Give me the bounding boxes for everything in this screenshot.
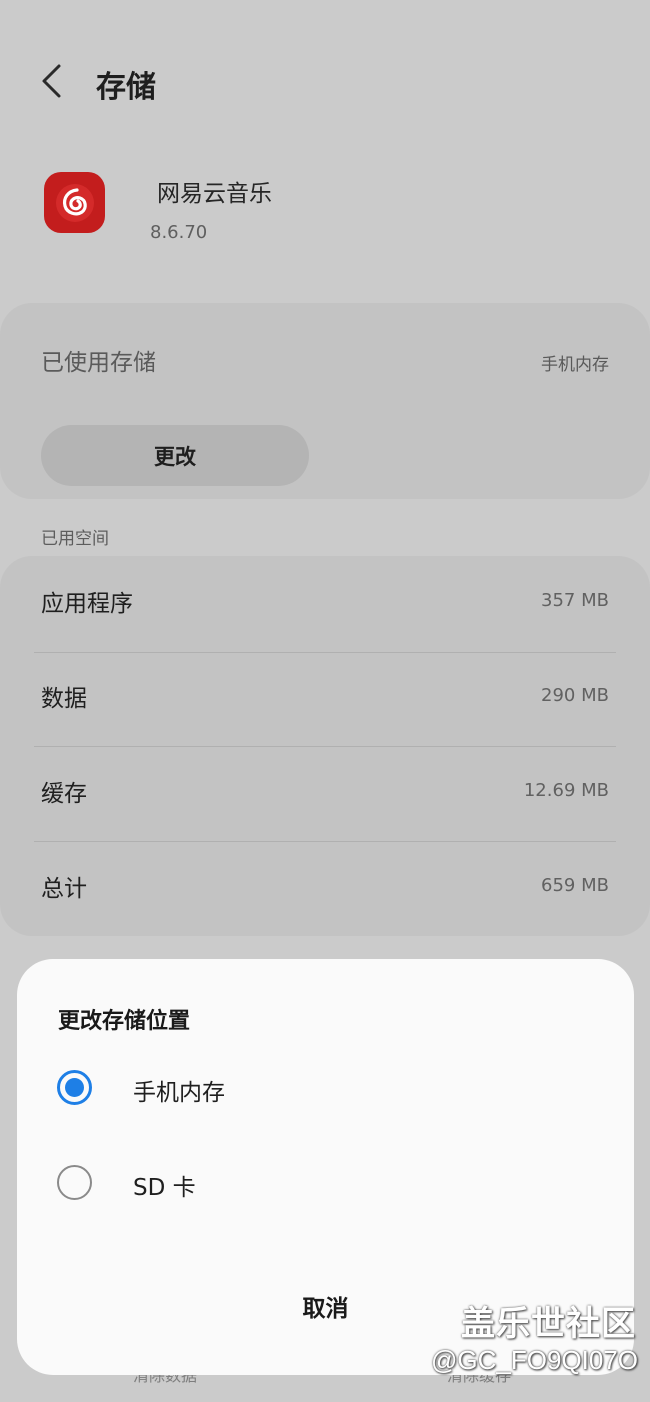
storage-used-label: 已使用存储 [41, 350, 156, 376]
chevron-left-icon [42, 64, 61, 98]
usage-row-cache: 缓存 12.69 MB [0, 746, 650, 841]
usage-row-label: 缓存 [41, 781, 87, 807]
usage-row-value: 12.69 MB [523, 780, 609, 801]
usage-row-apps: 应用程序 357 MB [0, 556, 650, 651]
netease-music-logo-icon [55, 183, 94, 222]
storage-location-value: 手机内存 [541, 355, 609, 375]
option-label: SD 卡 [133, 1175, 196, 1201]
usage-row-label: 数据 [41, 686, 87, 712]
change-storage-button[interactable]: 更改 [41, 425, 309, 486]
option-sd-card[interactable]: SD 卡 [17, 1144, 634, 1222]
usage-row-data: 数据 290 MB [0, 651, 650, 746]
usage-row-total: 总计 659 MB [0, 841, 650, 936]
dialog-title: 更改存储位置 [58, 1009, 191, 1034]
storage-settings-page: 存储 网易云音乐 8.6.70 已使用存储 手机内存 更改 已用空间 应用程序 … [0, 0, 650, 1402]
usage-row-label: 总计 [41, 876, 87, 902]
watermark-handle: @GC_FO9QI07O [430, 1345, 638, 1375]
usage-list-card: 应用程序 357 MB 数据 290 MB 缓存 12.69 MB 总计 659… [0, 556, 650, 936]
usage-row-value: 659 MB [541, 875, 609, 896]
page-title: 存储 [96, 70, 156, 105]
usage-row-value: 357 MB [541, 590, 609, 611]
option-label: 手机内存 [133, 1080, 225, 1106]
watermark-title: 盖乐世社区 [461, 1304, 636, 1344]
radio-button-selected[interactable] [57, 1070, 92, 1105]
option-phone-storage[interactable]: 手机内存 [17, 1049, 634, 1127]
back-button[interactable] [30, 58, 74, 104]
app-name: 网易云音乐 [157, 181, 272, 207]
usage-row-value: 290 MB [541, 685, 609, 706]
netease-music-app-icon [44, 172, 105, 233]
cancel-button[interactable]: 取消 [247, 1279, 404, 1333]
used-space-section-label: 已用空间 [41, 529, 109, 549]
usage-row-label: 应用程序 [41, 591, 133, 617]
radio-button[interactable] [57, 1165, 92, 1200]
app-version: 8.6.70 [150, 222, 208, 243]
